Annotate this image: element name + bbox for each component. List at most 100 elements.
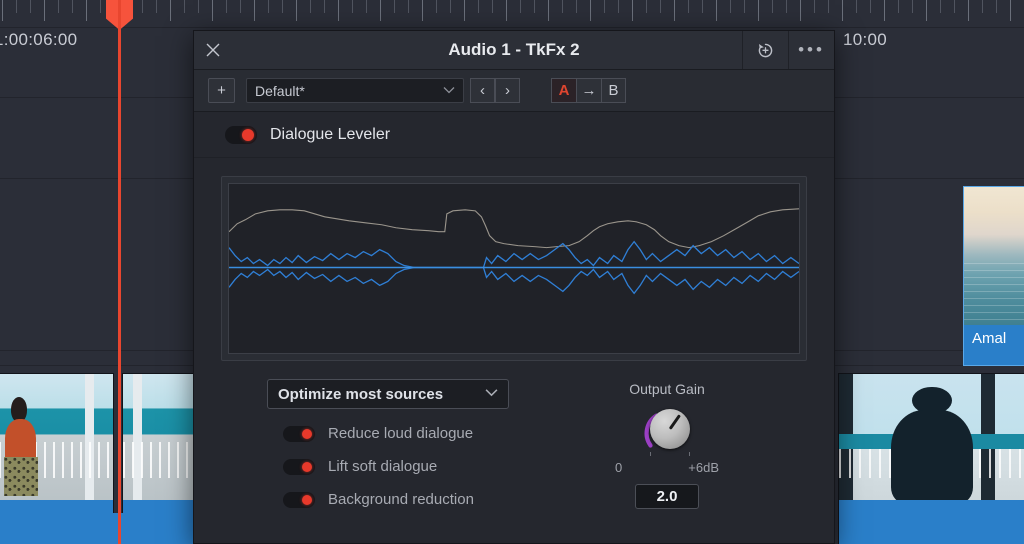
ruler-tick — [422, 0, 423, 21]
panel-title: Audio 1 - TkFx 2 — [194, 40, 834, 60]
ruler-tick — [912, 0, 913, 13]
option-row: Lift soft dialogue — [283, 458, 551, 475]
ruler-tick — [926, 0, 927, 21]
ruler-tick — [366, 0, 367, 13]
option-row: Reduce loud dialogue — [283, 425, 551, 442]
ruler-tick — [534, 0, 535, 13]
copy-a-to-b-button[interactable]: → — [576, 78, 601, 103]
clip-thumbnail — [0, 374, 113, 504]
waveform-scope — [221, 176, 807, 361]
previous-preset-button[interactable]: ‹ — [470, 78, 495, 103]
ruler-tick — [338, 0, 339, 21]
ruler-tick — [898, 0, 899, 13]
ruler-tick — [786, 0, 787, 13]
timeline-clip-selected[interactable]: Amal — [963, 186, 1024, 366]
ruler-tick — [520, 0, 521, 13]
clip-label: Amal — [964, 325, 1024, 365]
ruler-tick — [828, 0, 829, 13]
audio-track-band[interactable] — [0, 513, 193, 544]
ruler-tick — [492, 0, 493, 13]
clip-label — [839, 500, 1024, 544]
ruler-tick — [86, 0, 87, 21]
ruler-tick — [632, 0, 633, 21]
ruler-tick — [240, 0, 241, 13]
ruler-tick — [968, 0, 969, 21]
panel-title-bar: Audio 1 - TkFx 2 ••• — [194, 31, 834, 70]
effect-name: Dialogue Leveler — [270, 126, 390, 144]
background-reduction-toggle[interactable] — [283, 492, 315, 508]
ruler-tick — [436, 0, 437, 13]
ruler-tick — [156, 0, 157, 13]
ruler-tick — [940, 0, 941, 13]
ruler-tick — [464, 0, 465, 21]
app-root: 1:00:06:00 10:00 Amal — [0, 0, 1024, 544]
reset-history-icon[interactable] — [742, 31, 788, 69]
knob-ticks — [648, 448, 692, 458]
thumbnail-art-balcony — [0, 374, 113, 504]
ruler-tick — [268, 0, 269, 13]
ruler-tick — [44, 0, 45, 21]
ruler-tick — [604, 0, 605, 13]
ruler-tick — [562, 0, 563, 13]
ruler-tick — [548, 0, 549, 21]
ruler-tick — [310, 0, 311, 13]
lift-soft-dialogue-toggle[interactable] — [283, 459, 315, 475]
reduce-loud-dialogue-toggle[interactable] — [283, 426, 315, 442]
timecode-right: 10:00 — [843, 30, 887, 50]
effect-inspector-panel: Audio 1 - TkFx 2 ••• + Default* — [193, 30, 835, 544]
ruler-tick — [576, 0, 577, 13]
ruler-tick — [800, 0, 801, 21]
ruler-tick — [30, 0, 31, 13]
preset-select[interactable]: Default* — [246, 78, 464, 103]
timeline-ruler[interactable] — [0, 0, 1024, 28]
mode-select[interactable]: Optimize most sources — [267, 379, 509, 409]
clip-thumbnail — [123, 374, 193, 504]
knob-pointer — [669, 414, 681, 430]
ruler-tick — [506, 0, 507, 21]
output-gain-value-field[interactable]: 2.0 — [635, 484, 699, 509]
option-row: Background reduction — [283, 491, 551, 508]
ruler-tick — [856, 0, 857, 13]
ruler-tick — [730, 0, 731, 13]
ruler-tick — [674, 0, 675, 21]
ruler-tick — [282, 0, 283, 13]
effect-header: Dialogue Leveler — [194, 112, 834, 158]
gain-scale: 0 +6dB — [615, 460, 719, 475]
more-options-icon[interactable]: ••• — [788, 31, 834, 69]
ruler-tick — [478, 0, 479, 13]
ruler-tick — [716, 0, 717, 21]
toggle-indicator-dot — [302, 495, 312, 505]
ruler-tick — [870, 0, 871, 13]
ruler-tick — [688, 0, 689, 13]
clip-thumbnail — [839, 374, 1024, 504]
output-gain-knob[interactable] — [639, 405, 695, 457]
ruler-tick — [884, 0, 885, 21]
gain-max-label: +6dB — [688, 460, 719, 475]
ruler-tick — [982, 0, 983, 13]
ruler-tick — [758, 0, 759, 21]
ruler-tick — [352, 0, 353, 13]
chevron-down-icon — [485, 388, 498, 400]
compare-b-button[interactable]: B — [601, 78, 626, 103]
ruler-tick — [16, 0, 17, 13]
ruler-tick — [408, 0, 409, 13]
ruler-tick — [142, 0, 143, 13]
playhead-line[interactable] — [118, 0, 121, 544]
ruler-tick — [660, 0, 661, 13]
ruler-tick — [100, 0, 101, 13]
waveform-grey-curve — [229, 209, 799, 248]
ruler-tick — [954, 0, 955, 13]
ruler-tick — [814, 0, 815, 13]
waveform-canvas — [228, 183, 800, 354]
ruler-tick — [380, 0, 381, 21]
compare-a-button[interactable]: A — [551, 78, 576, 103]
thumbnail-art-sea — [964, 187, 1024, 327]
controls-left-column: Optimize most sources Reduce loud dialog… — [221, 379, 551, 508]
add-preset-button[interactable]: + — [208, 78, 235, 103]
ruler-tick — [296, 0, 297, 21]
ruler-tick — [1010, 0, 1011, 21]
timeline-clip-right[interactable] — [838, 373, 1024, 544]
dialogue-leveler-toggle[interactable] — [225, 126, 257, 144]
ruler-tick — [2, 0, 3, 21]
next-preset-button[interactable]: › — [495, 78, 520, 103]
